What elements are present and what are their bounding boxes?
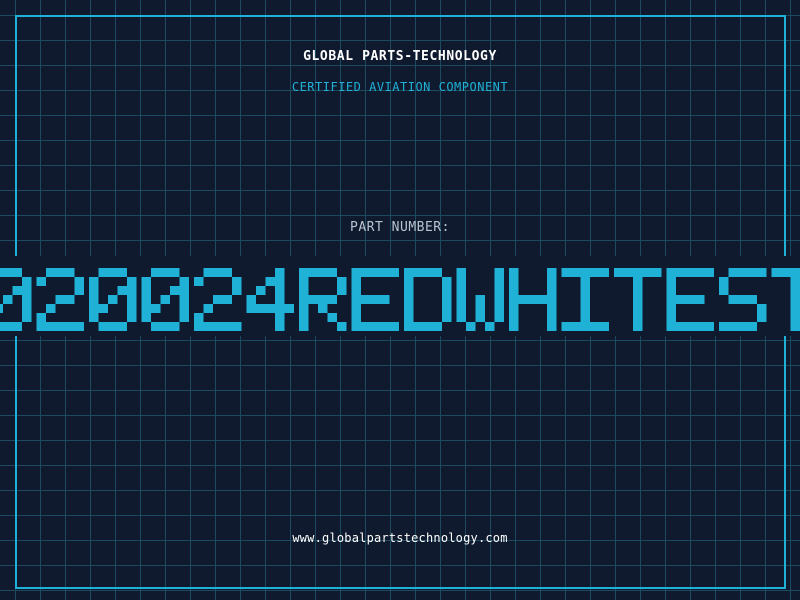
part-number-glyph (246, 268, 294, 331)
part-number-glyph (0, 268, 32, 331)
part-number-glyph (666, 268, 714, 331)
part-number-glyph (141, 268, 189, 331)
part-number-glyph (509, 268, 557, 331)
part-number-glyph (614, 268, 662, 331)
company-name: GLOBAL PARTS-TECHNOLOGY (303, 49, 497, 64)
certificate-canvas: GLOBAL PARTS-TECHNOLOGY CERTIFIED AVIATI… (0, 0, 800, 600)
part-number-glyph (456, 268, 504, 331)
part-number-glyph (89, 268, 137, 331)
part-number-label: PART NUMBER: (350, 220, 450, 235)
part-number-band: 020024REDWHITESTAR (0, 256, 800, 336)
part-number-value: 020024REDWHITESTAR (0, 268, 800, 331)
part-number-glyph (719, 268, 767, 331)
certification-subtitle: CERTIFIED AVIATION COMPONENT (291, 80, 509, 94)
part-number-glyph (561, 268, 609, 331)
part-number-glyph (404, 268, 452, 331)
part-number-glyph (351, 268, 399, 331)
part-number-glyph (771, 268, 800, 331)
website-url: www.globalpartstechnology.com (292, 531, 508, 545)
part-number-glyph (194, 268, 242, 331)
part-number-glyph (36, 268, 84, 331)
part-number-glyph (299, 268, 347, 331)
